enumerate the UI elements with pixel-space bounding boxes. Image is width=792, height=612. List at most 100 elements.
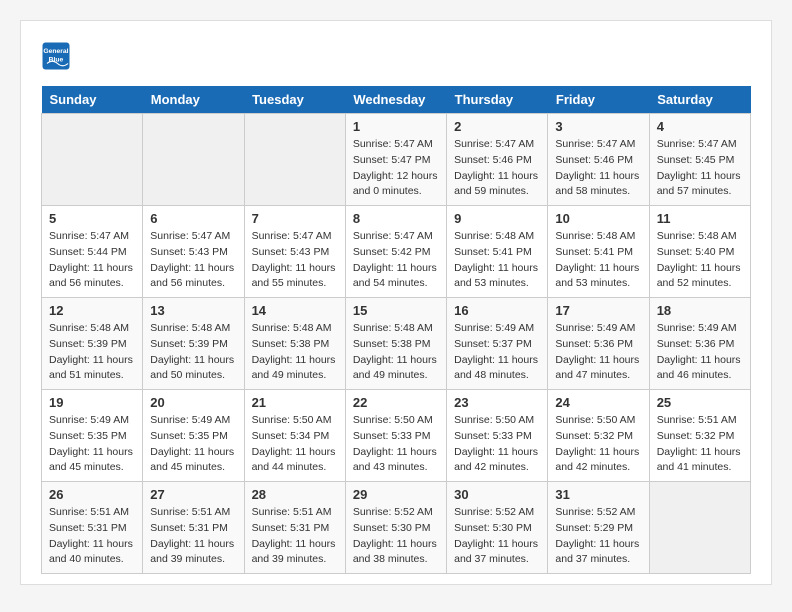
calendar-cell: 29 Sunrise: 5:52 AM Sunset: 5:30 PM Dayli…: [345, 482, 446, 574]
day-number: 7: [252, 211, 338, 226]
logo: General Blue: [41, 41, 77, 71]
day-number: 16: [454, 303, 540, 318]
day-number: 31: [555, 487, 641, 502]
day-number: 17: [555, 303, 641, 318]
calendar-cell: 19Sunrise: 5:49 AM Sunset: 5:35 PM Dayli…: [42, 390, 143, 482]
weekday-header-tuesday: Tuesday: [244, 86, 345, 114]
calendar-cell: 3 Sunrise: 5:47 AM Sunset: 5:46 PM Daylig…: [548, 114, 649, 206]
day-info: Sunrise: 5:52 AM Sunset: 5:30 PM Dayligh…: [454, 505, 540, 568]
day-number: 29: [353, 487, 439, 502]
day-number: 1: [353, 119, 439, 134]
day-info: Sunrise: 5:48 AM Sunset: 5:41 PM Dayligh…: [555, 229, 641, 292]
day-info: Sunrise: 5:50 AM Sunset: 5:33 PM Dayligh…: [454, 413, 540, 476]
day-number: 25: [657, 395, 743, 410]
calendar-container: General Blue SundayMondayTuesdayWednesda…: [20, 20, 772, 585]
day-info: Sunrise: 5:51 AM Sunset: 5:31 PM Dayligh…: [49, 505, 135, 568]
day-info: Sunrise: 5:52 AM Sunset: 5:29 PM Dayligh…: [555, 505, 641, 568]
weekday-header-wednesday: Wednesday: [345, 86, 446, 114]
day-info: Sunrise: 5:47 AM Sunset: 5:46 PM Dayligh…: [454, 137, 540, 200]
day-number: 10: [555, 211, 641, 226]
day-number: 26: [49, 487, 135, 502]
day-number: 30: [454, 487, 540, 502]
day-number: 24: [555, 395, 641, 410]
calendar-cell: 27 Sunrise: 5:51 AM Sunset: 5:31 PM Dayli…: [143, 482, 244, 574]
calendar-cell: 24 Sunrise: 5:50 AM Sunset: 5:32 PM Dayli…: [548, 390, 649, 482]
day-info: Sunrise: 5:47 AM Sunset: 5:42 PM Dayligh…: [353, 229, 439, 292]
day-number: 9: [454, 211, 540, 226]
day-info: Sunrise: 5:48 AM Sunset: 5:38 PM Dayligh…: [252, 321, 338, 384]
day-number: 3: [555, 119, 641, 134]
day-info: Sunrise: 5:48 AM Sunset: 5:39 PM Dayligh…: [49, 321, 135, 384]
calendar-cell: 8 Sunrise: 5:47 AM Sunset: 5:42 PM Daylig…: [345, 206, 446, 298]
calendar-cell: 26 Sunrise: 5:51 AM Sunset: 5:31 PM Dayli…: [42, 482, 143, 574]
calendar-cell: 17Sunrise: 5:49 AM Sunset: 5:36 PM Dayli…: [548, 298, 649, 390]
calendar-header: General Blue: [41, 41, 751, 71]
weekday-header-monday: Monday: [143, 86, 244, 114]
calendar-cell: [649, 482, 750, 574]
calendar-cell: 6Sunrise: 5:47 AM Sunset: 5:43 PM Daylig…: [143, 206, 244, 298]
calendar-cell: 2 Sunrise: 5:47 AM Sunset: 5:46 PM Daylig…: [447, 114, 548, 206]
day-info: Sunrise: 5:47 AM Sunset: 5:45 PM Dayligh…: [657, 137, 743, 200]
calendar-cell: 16 Sunrise: 5:49 AM Sunset: 5:37 PM Dayli…: [447, 298, 548, 390]
week-row-4: 19Sunrise: 5:49 AM Sunset: 5:35 PM Dayli…: [42, 390, 751, 482]
day-number: 22: [353, 395, 439, 410]
calendar-cell: 7Sunrise: 5:47 AM Sunset: 5:43 PM Daylig…: [244, 206, 345, 298]
calendar-cell: 18 Sunrise: 5:49 AM Sunset: 5:36 PM Dayli…: [649, 298, 750, 390]
calendar-cell: 4 Sunrise: 5:47 AM Sunset: 5:45 PM Daylig…: [649, 114, 750, 206]
calendar-cell: 14Sunrise: 5:48 AM Sunset: 5:38 PM Dayli…: [244, 298, 345, 390]
day-number: 5: [49, 211, 135, 226]
calendar-cell: 30 Sunrise: 5:52 AM Sunset: 5:30 PM Dayli…: [447, 482, 548, 574]
weekday-header-sunday: Sunday: [42, 86, 143, 114]
day-number: 13: [150, 303, 236, 318]
day-info: Sunrise: 5:50 AM Sunset: 5:33 PM Dayligh…: [353, 413, 439, 476]
day-info: Sunrise: 5:51 AM Sunset: 5:31 PM Dayligh…: [150, 505, 236, 568]
day-info: Sunrise: 5:47 AM Sunset: 5:46 PM Dayligh…: [555, 137, 641, 200]
day-info: Sunrise: 5:49 AM Sunset: 5:35 PM Dayligh…: [49, 413, 135, 476]
day-info: Sunrise: 5:47 AM Sunset: 5:47 PM Dayligh…: [353, 137, 439, 200]
calendar-cell: 13 Sunrise: 5:48 AM Sunset: 5:39 PM Dayli…: [143, 298, 244, 390]
calendar-cell: 22 Sunrise: 5:50 AM Sunset: 5:33 PM Dayli…: [345, 390, 446, 482]
day-number: 4: [657, 119, 743, 134]
calendar-cell: 5 Sunrise: 5:47 AM Sunset: 5:44 PM Daylig…: [42, 206, 143, 298]
day-info: Sunrise: 5:49 AM Sunset: 5:36 PM Dayligh…: [657, 321, 743, 384]
svg-text:General: General: [43, 48, 68, 55]
calendar-cell: 12 Sunrise: 5:48 AM Sunset: 5:39 PM Dayli…: [42, 298, 143, 390]
day-info: Sunrise: 5:49 AM Sunset: 5:35 PM Dayligh…: [150, 413, 236, 476]
calendar-cell: 20 Sunrise: 5:49 AM Sunset: 5:35 PM Dayli…: [143, 390, 244, 482]
day-info: Sunrise: 5:51 AM Sunset: 5:31 PM Dayligh…: [252, 505, 338, 568]
calendar-cell: 31 Sunrise: 5:52 AM Sunset: 5:29 PM Dayli…: [548, 482, 649, 574]
day-number: 20: [150, 395, 236, 410]
day-info: Sunrise: 5:49 AM Sunset: 5:37 PM Dayligh…: [454, 321, 540, 384]
day-info: Sunrise: 5:48 AM Sunset: 5:38 PM Dayligh…: [353, 321, 439, 384]
day-number: 12: [49, 303, 135, 318]
day-number: 18: [657, 303, 743, 318]
day-info: Sunrise: 5:48 AM Sunset: 5:39 PM Dayligh…: [150, 321, 236, 384]
day-info: Sunrise: 5:47 AM Sunset: 5:44 PM Dayligh…: [49, 229, 135, 292]
calendar-cell: [143, 114, 244, 206]
day-number: 21: [252, 395, 338, 410]
day-info: Sunrise: 5:47 AM Sunset: 5:43 PM Dayligh…: [150, 229, 236, 292]
day-number: 8: [353, 211, 439, 226]
calendar-cell: 1 Sunrise: 5:47 AM Sunset: 5:47 PM Daylig…: [345, 114, 446, 206]
day-number: 2: [454, 119, 540, 134]
weekday-header-thursday: Thursday: [447, 86, 548, 114]
calendar-cell: 15Sunrise: 5:48 AM Sunset: 5:38 PM Dayli…: [345, 298, 446, 390]
week-row-5: 26 Sunrise: 5:51 AM Sunset: 5:31 PM Dayli…: [42, 482, 751, 574]
weekday-header-row: SundayMondayTuesdayWednesdayThursdayFrid…: [42, 86, 751, 114]
day-number: 23: [454, 395, 540, 410]
weekday-header-friday: Friday: [548, 86, 649, 114]
calendar-table: SundayMondayTuesdayWednesdayThursdayFrid…: [41, 86, 751, 574]
day-info: Sunrise: 5:48 AM Sunset: 5:41 PM Dayligh…: [454, 229, 540, 292]
calendar-cell: 21Sunrise: 5:50 AM Sunset: 5:34 PM Dayli…: [244, 390, 345, 482]
logo-icon: General Blue: [41, 41, 71, 71]
day-info: Sunrise: 5:52 AM Sunset: 5:30 PM Dayligh…: [353, 505, 439, 568]
calendar-cell: 10 Sunrise: 5:48 AM Sunset: 5:41 PM Dayli…: [548, 206, 649, 298]
day-info: Sunrise: 5:50 AM Sunset: 5:32 PM Dayligh…: [555, 413, 641, 476]
calendar-cell: 25Sunrise: 5:51 AM Sunset: 5:32 PM Dayli…: [649, 390, 750, 482]
day-info: Sunrise: 5:48 AM Sunset: 5:40 PM Dayligh…: [657, 229, 743, 292]
calendar-cell: [244, 114, 345, 206]
day-number: 27: [150, 487, 236, 502]
week-row-3: 12 Sunrise: 5:48 AM Sunset: 5:39 PM Dayli…: [42, 298, 751, 390]
weekday-header-saturday: Saturday: [649, 86, 750, 114]
calendar-cell: 11Sunrise: 5:48 AM Sunset: 5:40 PM Dayli…: [649, 206, 750, 298]
